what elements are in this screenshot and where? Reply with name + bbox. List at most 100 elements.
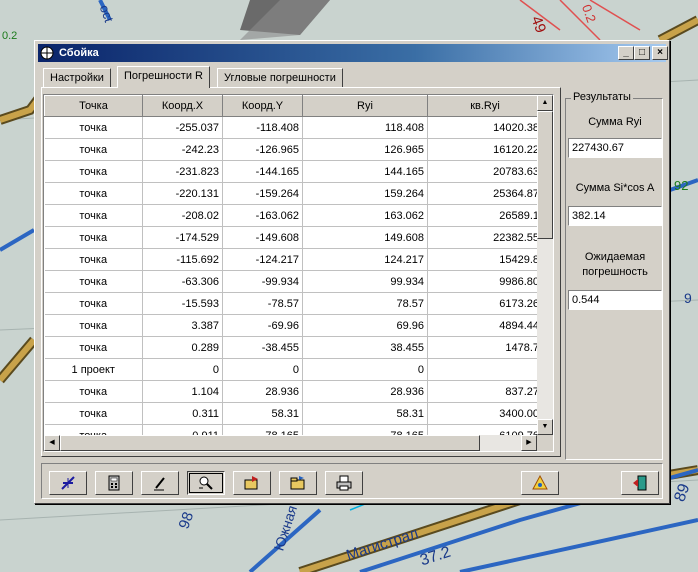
table-cell[interactable]: -255.037 <box>142 116 223 139</box>
table-cell[interactable]: точка <box>44 182 143 205</box>
table-cell[interactable]: 3400.00 <box>427 402 543 425</box>
table-cell[interactable]: 58.31 <box>222 402 303 425</box>
column-header-y[interactable]: Коорд.Y <box>222 95 303 117</box>
expected-error-field[interactable]: 0.544 <box>568 290 662 310</box>
table-cell[interactable]: 15429.8 <box>427 248 543 271</box>
column-header-x[interactable]: Коорд.X <box>142 95 223 117</box>
table-cell[interactable]: 1478.7 <box>427 336 543 359</box>
table-cell[interactable] <box>427 358 543 381</box>
zoom-button[interactable] <box>187 471 225 495</box>
table-row[interactable]: точка -208.02 -163.062 163.062 26589.1 <box>44 204 543 227</box>
table-cell[interactable]: точка <box>44 138 143 161</box>
horizontal-scrollbar[interactable]: ◀ ▶ <box>44 435 537 451</box>
print-button[interactable] <box>325 471 363 495</box>
table-cell[interactable]: -174.529 <box>142 226 223 249</box>
table-cell[interactable]: 0.311 <box>142 402 223 425</box>
tab-errors-r[interactable]: Погрешности R <box>117 66 210 88</box>
table-cell[interactable]: 1.104 <box>142 380 223 403</box>
table-cell[interactable]: -78.57 <box>222 292 303 315</box>
edit-button[interactable] <box>141 471 179 495</box>
table-cell[interactable]: 99.934 <box>302 270 428 293</box>
table-row[interactable]: 1 проект 0 0 0 <box>44 358 543 381</box>
sum-si-cos-field[interactable]: 382.14 <box>568 206 662 226</box>
calculator-button[interactable] <box>95 471 133 495</box>
table-row[interactable]: точка 0.289 -38.455 38.455 1478.7 <box>44 336 543 359</box>
scroll-h-thumb[interactable] <box>60 435 480 451</box>
table-cell[interactable]: -231.823 <box>142 160 223 183</box>
table-cell[interactable]: 0.289 <box>142 336 223 359</box>
table-cell[interactable]: точка <box>44 292 143 315</box>
table-cell[interactable]: 118.408 <box>302 116 428 139</box>
table-cell[interactable]: точка <box>44 402 143 425</box>
table-row[interactable]: точка 0.311 58.31 58.31 3400.00 <box>44 402 543 425</box>
table-cell[interactable]: 16120.22 <box>427 138 543 161</box>
table-row[interactable]: точка 3.387 -69.96 69.96 4894.44 <box>44 314 543 337</box>
warning-button[interactable] <box>521 471 559 495</box>
exit-button[interactable] <box>621 471 659 495</box>
table-cell[interactable]: 144.165 <box>302 160 428 183</box>
table-cell[interactable]: 6173.26 <box>427 292 543 315</box>
vertical-scrollbar[interactable]: ▲ ▼ <box>537 95 553 435</box>
table-cell[interactable]: 163.062 <box>302 204 428 227</box>
table-cell[interactable]: 126.965 <box>302 138 428 161</box>
table-cell[interactable]: 58.31 <box>302 402 428 425</box>
close-button[interactable]: × <box>652 46 668 60</box>
table-cell[interactable]: точка <box>44 160 143 183</box>
table-cell[interactable]: 22382.55 <box>427 226 543 249</box>
column-header-sq-ryi[interactable]: кв.Ryi <box>427 95 543 117</box>
table-cell[interactable]: -220.131 <box>142 182 223 205</box>
scroll-right-button[interactable]: ▶ <box>521 435 537 451</box>
table-cell[interactable]: 9986.80 <box>427 270 543 293</box>
maximize-button[interactable]: □ <box>634 46 650 60</box>
table-cell[interactable]: точка <box>44 336 143 359</box>
table-cell[interactable]: -38.455 <box>222 336 303 359</box>
table-cell[interactable]: 28.936 <box>222 380 303 403</box>
table-cell[interactable]: точка <box>44 270 143 293</box>
export-button[interactable] <box>233 471 271 495</box>
table-cell[interactable]: точка <box>44 314 143 337</box>
table-cell[interactable]: 1 проект <box>44 358 143 381</box>
table-cell[interactable]: 38.455 <box>302 336 428 359</box>
table-cell[interactable]: 25364.87 <box>427 182 543 205</box>
table-cell[interactable]: 3.387 <box>142 314 223 337</box>
scroll-left-button[interactable]: ◀ <box>44 435 60 451</box>
table-cell[interactable]: -208.02 <box>142 204 223 227</box>
scroll-thumb[interactable] <box>537 111 553 239</box>
table-cell[interactable]: -115.692 <box>142 248 223 271</box>
minimize-button[interactable]: _ <box>618 46 634 60</box>
table-cell[interactable]: -118.408 <box>222 116 303 139</box>
scroll-up-button[interactable]: ▲ <box>537 95 553 111</box>
table-cell[interactable]: -242.23 <box>142 138 223 161</box>
star-button[interactable] <box>49 471 87 495</box>
table-cell[interactable]: 20783.63 <box>427 160 543 183</box>
open-button[interactable] <box>279 471 317 495</box>
table-cell[interactable]: -63.306 <box>142 270 223 293</box>
table-cell[interactable]: -163.062 <box>222 204 303 227</box>
table-cell[interactable]: 0 <box>302 358 428 381</box>
table-cell[interactable]: -159.264 <box>222 182 303 205</box>
scroll-down-button[interactable]: ▼ <box>537 419 553 435</box>
table-cell[interactable]: точка <box>44 248 143 271</box>
table-cell[interactable]: точка <box>44 226 143 249</box>
table-cell[interactable]: 149.608 <box>302 226 428 249</box>
table-cell[interactable]: 837.27 <box>427 380 543 403</box>
table-row[interactable]: точка -15.593 -78.57 78.57 6173.26 <box>44 292 543 315</box>
sum-ryi-field[interactable]: 227430.67 <box>568 138 662 158</box>
table-row[interactable]: точка 1.104 28.936 28.936 837.27 <box>44 380 543 403</box>
table-row[interactable]: точка -255.037 -118.408 118.408 14020.38 <box>44 116 543 139</box>
table-cell[interactable]: 26589.1 <box>427 204 543 227</box>
table-cell[interactable]: точка <box>44 204 143 227</box>
tab-angular-errors[interactable]: Угловые погрешности <box>217 68 343 87</box>
table-cell[interactable]: 0 <box>142 358 223 381</box>
column-header-point[interactable]: Точка <box>44 95 143 117</box>
table-cell[interactable]: 78.57 <box>302 292 428 315</box>
table-cell[interactable]: 14020.38 <box>427 116 543 139</box>
table-cell[interactable]: 0 <box>222 358 303 381</box>
table-cell[interactable]: -124.217 <box>222 248 303 271</box>
tab-settings[interactable]: Настройки <box>43 68 111 87</box>
table-cell[interactable]: -149.608 <box>222 226 303 249</box>
title-bar[interactable]: Сбойка _ □ × <box>38 44 668 62</box>
table-cell[interactable]: точка <box>44 116 143 139</box>
table-cell[interactable]: -126.965 <box>222 138 303 161</box>
table-row[interactable]: точка -220.131 -159.264 159.264 25364.87 <box>44 182 543 205</box>
